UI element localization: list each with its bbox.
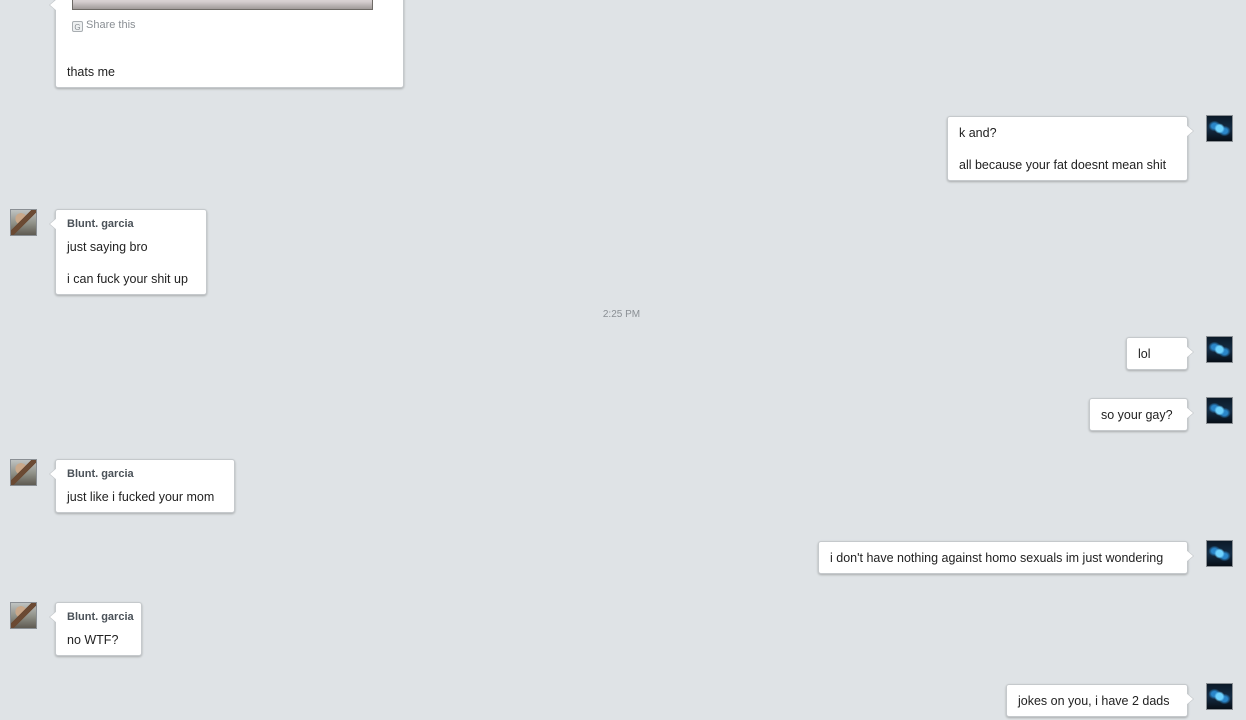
avatar-self[interactable]: [1206, 115, 1233, 142]
sender-name[interactable]: Blunt. garcia: [67, 217, 134, 232]
share-label: Share this: [86, 19, 136, 31]
sender-name[interactable]: Blunt. garcia: [67, 467, 134, 482]
avatar-blunt-garcia[interactable]: [10, 209, 37, 236]
message-text: i don't have nothing against homo sexual…: [830, 551, 1164, 565]
avatar-blunt-garcia[interactable]: [10, 602, 37, 629]
message-bubble: i don't have nothing against homo sexual…: [818, 541, 1194, 574]
message-bubble: Blunt. garcia just saying bro i can fuck…: [49, 209, 207, 295]
avatar-self[interactable]: [1206, 397, 1233, 424]
message-bubble: lol: [1126, 337, 1194, 370]
message-text: lol: [1138, 347, 1151, 361]
message-bubble: jokes on you, i have 2 dads: [1006, 684, 1194, 717]
shared-photo[interactable]: [72, 0, 373, 10]
message-text: all because your fat doesnt mean shit: [959, 158, 1167, 172]
message-text: no WTF?: [67, 633, 119, 647]
avatar-self[interactable]: [1206, 540, 1233, 567]
avatar-self[interactable]: [1206, 336, 1233, 363]
message-text: just saying bro: [67, 240, 148, 254]
message-bubble: k and? all because your fat doesnt mean …: [947, 116, 1194, 181]
message-bubble-photo: G Share this thats me: [49, 0, 404, 88]
message-text: k and?: [959, 126, 997, 140]
avatar-blunt-garcia[interactable]: [10, 459, 37, 486]
share-icon: G: [72, 21, 83, 32]
message-bubble: so your gay?: [1089, 398, 1194, 431]
message-text: so your gay?: [1101, 408, 1173, 422]
message-bubble: Blunt. garcia just like i fucked your mo…: [49, 459, 235, 513]
message-text: jokes on you, i have 2 dads: [1018, 694, 1170, 708]
message-text: thats me: [67, 65, 115, 79]
sender-name[interactable]: Blunt. garcia: [67, 610, 134, 625]
message-bubble: Blunt. garcia no WTF?: [49, 602, 142, 656]
share-link[interactable]: G Share this: [72, 18, 136, 33]
message-text: i can fuck your shit up: [67, 272, 188, 286]
timestamp: 2:25 PM: [602, 309, 641, 320]
avatar-self[interactable]: [1206, 683, 1233, 710]
message-text: just like i fucked your mom: [67, 490, 215, 504]
